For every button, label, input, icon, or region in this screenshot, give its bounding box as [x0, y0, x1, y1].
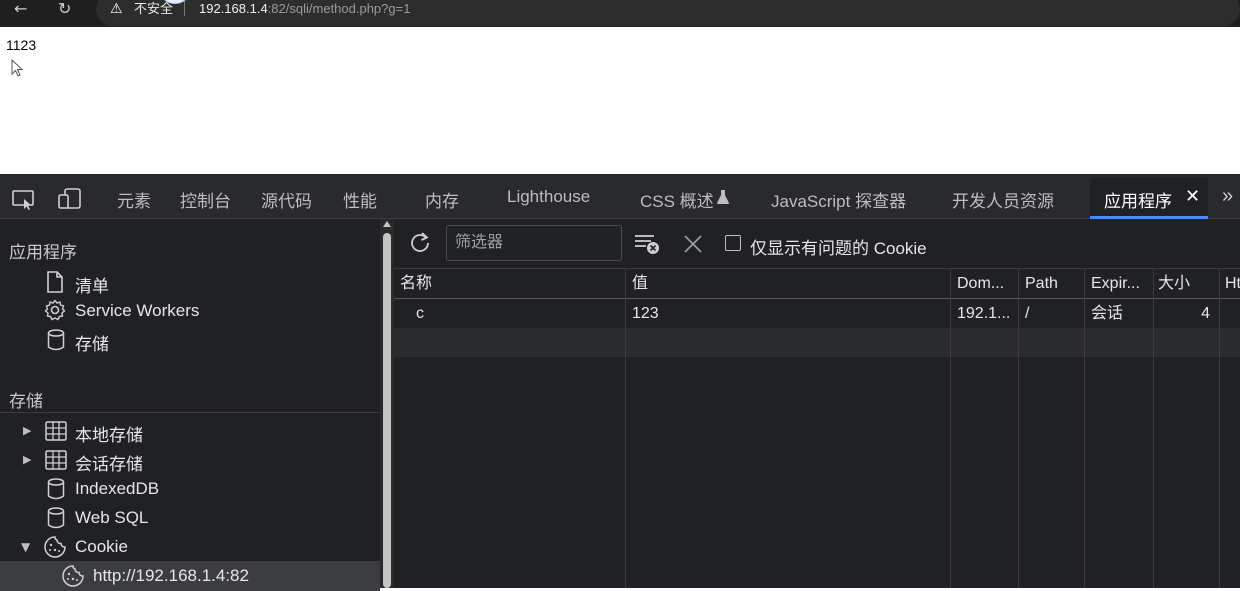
- sidebar-item-storage[interactable]: 存储: [75, 330, 109, 355]
- delete-selected-icon[interactable]: [683, 234, 703, 254]
- column-divider: [625, 269, 626, 588]
- column-header-name[interactable]: 名称: [400, 269, 620, 299]
- column-divider: [1219, 269, 1220, 588]
- device-toolbar-icon[interactable]: [58, 188, 82, 210]
- url-text[interactable]: 192.168.1.4:82/sqli/method.php?g=1: [199, 1, 410, 17]
- sidebar-section-application: 应用程序: [9, 243, 77, 262]
- column-header-domain[interactable]: Dom...: [957, 269, 1015, 299]
- database-icon: [47, 507, 65, 529]
- column-header-path[interactable]: Path: [1025, 269, 1081, 299]
- browser-toolbar: ← ↻ ⚠ 不安全 192.168.1.4:82/sqli/method.php…: [0, 0, 1240, 27]
- tab-javascript-profiler[interactable]: JavaScript 探查器: [771, 187, 906, 212]
- expand-arrow-icon[interactable]: ▶: [23, 424, 31, 437]
- cell-size[interactable]: 4: [1158, 299, 1210, 328]
- cell-name[interactable]: c: [416, 299, 616, 328]
- column-header-value[interactable]: 值: [632, 269, 946, 299]
- url-path: :82/sqli/method.php?g=1: [267, 1, 411, 16]
- database-icon: [47, 329, 65, 351]
- tab-console[interactable]: 控制台: [180, 187, 231, 212]
- grid-table-icon: [45, 421, 67, 441]
- cell-path[interactable]: /: [1025, 299, 1081, 328]
- column-header-httponly[interactable]: Ht: [1225, 269, 1240, 299]
- column-divider: [1153, 269, 1154, 588]
- sidebar-item-local-storage[interactable]: 本地存储: [75, 421, 143, 446]
- url-host: 192.168.1.4: [199, 1, 268, 16]
- column-divider: [1084, 269, 1085, 588]
- devtools-tab-bar: 元素 控制台 源代码 性能 内存 Lighthouse CSS 概述 JavaS…: [0, 174, 1240, 219]
- scrollbar-thumb[interactable]: [383, 233, 391, 588]
- sidebar-item-session-storage[interactable]: 会话存储: [75, 450, 143, 475]
- column-header-expires[interactable]: Expir...: [1091, 269, 1151, 299]
- cell-expires[interactable]: 会话: [1091, 299, 1151, 328]
- scroll-up-arrow-icon[interactable]: [383, 221, 391, 227]
- sidebar-item-indexeddb[interactable]: IndexedDB: [75, 479, 159, 499]
- application-sidebar: 应用程序 清单 Service Workers 存储 存储 ▶ 本地存储 ▶ 会…: [0, 219, 380, 591]
- devtools-panel: 元素 控制台 源代码 性能 内存 Lighthouse CSS 概述 JavaS…: [0, 174, 1240, 591]
- tab-sources[interactable]: 源代码: [261, 187, 312, 212]
- gear-icon: [44, 299, 66, 321]
- cookies-panel: 仅显示有问题的 Cookie 名称 值 Dom... Path Expir...…: [394, 219, 1240, 588]
- sidebar-scrollbar[interactable]: [380, 219, 394, 588]
- tab-lighthouse[interactable]: Lighthouse: [507, 187, 590, 207]
- page-output-text: 1123: [6, 37, 37, 53]
- cell-domain[interactable]: 192.1...: [957, 299, 1015, 328]
- cookies-toolbar: 仅显示有问题的 Cookie: [394, 219, 1240, 269]
- close-tab-icon[interactable]: ✕: [1185, 186, 1200, 207]
- document-icon: [47, 271, 63, 293]
- expand-arrow-icon[interactable]: ▶: [23, 453, 31, 466]
- cell-value[interactable]: 123: [632, 299, 946, 328]
- back-arrow-icon[interactable]: ←: [14, 0, 27, 18]
- security-label[interactable]: 不安全: [134, 1, 173, 17]
- only-issues-checkbox[interactable]: [725, 235, 741, 251]
- refresh-icon[interactable]: [408, 231, 432, 255]
- cookies-table: 名称 值 Dom... Path Expir... 大小 Ht c 123 19…: [394, 269, 1240, 588]
- sidebar-item-cookie-origin[interactable]: http://192.168.1.4:82: [93, 566, 249, 586]
- mouse-cursor-icon: [11, 59, 24, 77]
- sidebar-item-cookie[interactable]: Cookie: [75, 537, 128, 557]
- grid-table-icon: [45, 450, 67, 470]
- only-issues-label[interactable]: 仅显示有问题的 Cookie: [750, 234, 927, 259]
- column-header-size[interactable]: 大小: [1158, 269, 1216, 299]
- experiment-flask-icon: [717, 190, 729, 204]
- tab-elements[interactable]: 元素: [117, 187, 151, 212]
- table-row-empty: [394, 328, 1240, 357]
- collapse-arrow-icon[interactable]: ▼: [21, 540, 30, 554]
- tab-developer-resources[interactable]: 开发人员资源: [952, 187, 1054, 212]
- tab-memory[interactable]: 内存: [425, 187, 459, 212]
- tab-css-overview[interactable]: CSS 概述: [640, 187, 714, 212]
- sidebar-item-web-sql[interactable]: Web SQL: [75, 508, 148, 528]
- tab-performance[interactable]: 性能: [343, 187, 377, 212]
- column-divider: [1018, 269, 1019, 588]
- sidebar-item-service-workers[interactable]: Service Workers: [75, 301, 199, 321]
- database-icon: [47, 478, 65, 500]
- tab-application[interactable]: 应用程序: [1104, 187, 1172, 212]
- sidebar-section-storage: 存储: [9, 392, 43, 411]
- inspect-element-icon[interactable]: [12, 190, 36, 210]
- filter-input[interactable]: [446, 225, 622, 261]
- more-tabs-chevron-icon[interactable]: »: [1222, 185, 1233, 208]
- reload-icon[interactable]: ↻: [58, 0, 71, 18]
- clear-filtered-cookies-icon[interactable]: [634, 233, 660, 255]
- column-divider: [950, 269, 951, 588]
- cookie-icon: [62, 565, 84, 587]
- warning-icon[interactable]: ⚠: [110, 0, 123, 18]
- sidebar-divider: [0, 412, 380, 413]
- address-separator: [184, 1, 185, 16]
- cookie-icon: [44, 536, 66, 558]
- page-content: 1123: [0, 27, 1240, 174]
- sidebar-item-manifest[interactable]: 清单: [75, 272, 109, 297]
